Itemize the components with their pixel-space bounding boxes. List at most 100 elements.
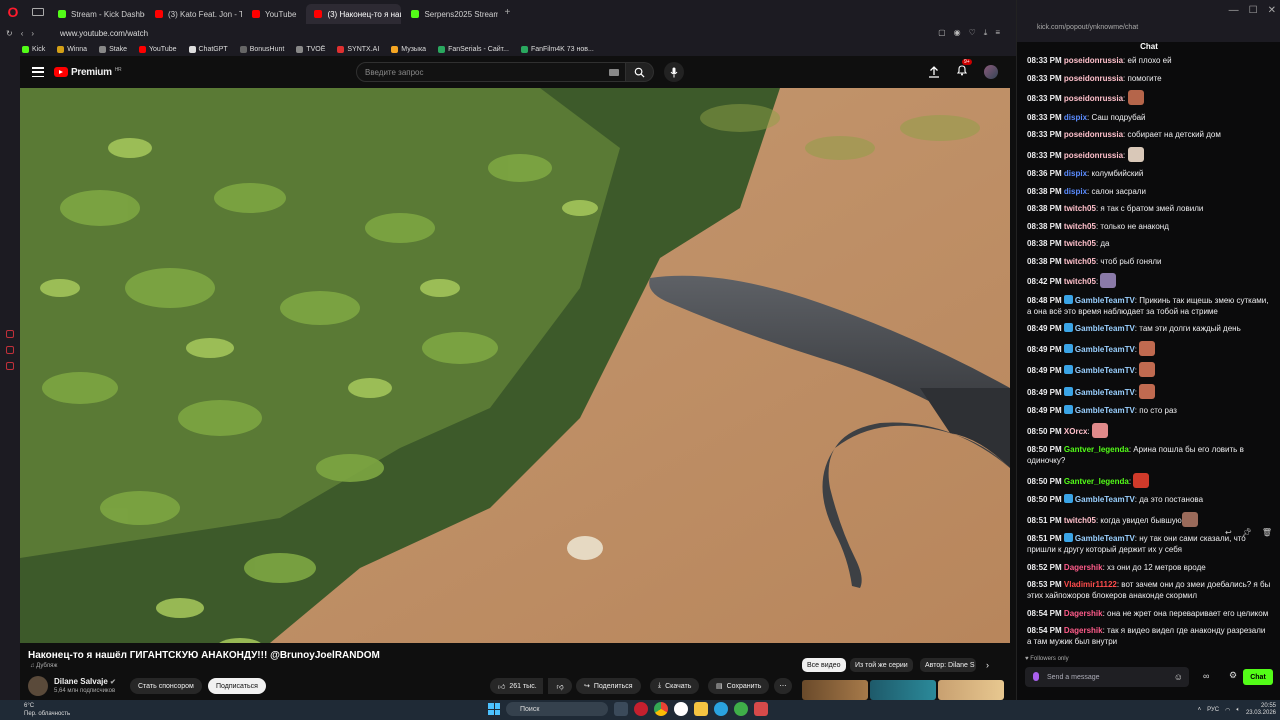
chat-message[interactable]: 08:49 PM GambleTeamTV: xyxy=(1027,362,1271,377)
chat-message[interactable]: 08:49 PM GambleTeamTV: xyxy=(1027,383,1271,399)
delete-icon[interactable]: 🗑︎ xyxy=(1262,528,1272,537)
message-username[interactable]: poseidonrussia xyxy=(1064,151,1123,160)
bookmark-item[interactable]: YouTube xyxy=(138,45,177,53)
related-video-thumbnail[interactable] xyxy=(870,680,936,700)
message-username[interactable]: dispix xyxy=(1064,113,1087,122)
chat-message[interactable]: 08:49 PM GambleTeamTV: по сто раз xyxy=(1027,405,1271,416)
message-username[interactable]: twitch05 xyxy=(1064,257,1096,266)
send-chat-button[interactable]: Chat xyxy=(1243,669,1273,685)
chat-message[interactable]: 08:38 PM twitch05: да xyxy=(1027,238,1271,249)
chat-message[interactable]: 08:33 PM poseidonrussia: помогите xyxy=(1027,73,1271,84)
chat-message[interactable]: 08:52 PM Dagershik: хз они до 12 метров … xyxy=(1027,562,1271,573)
message-username[interactable]: poseidonrussia xyxy=(1064,74,1123,83)
dislike-button[interactable]: 👎︎ xyxy=(548,678,572,694)
bookmark-item[interactable]: FanFilm4K 73 нов... xyxy=(520,45,594,53)
bookmark-item[interactable]: Winna xyxy=(57,45,87,53)
message-username[interactable]: XOrcx xyxy=(1064,427,1088,436)
filter-all-videos[interactable]: Все видео xyxy=(802,658,846,672)
message-username[interactable]: poseidonrussia xyxy=(1064,56,1123,65)
menu-icon[interactable]: ≡ xyxy=(995,28,1000,38)
minimize-icon[interactable]: — xyxy=(1229,5,1239,16)
microphone-icon[interactable] xyxy=(1033,672,1039,681)
message-username[interactable]: dispix xyxy=(1064,169,1087,178)
app-taskbar-icon[interactable] xyxy=(754,702,768,716)
related-video-thumbnail[interactable] xyxy=(938,680,1004,700)
windows-start-icon[interactable] xyxy=(488,703,500,715)
folder-taskbar-icon[interactable] xyxy=(694,702,708,716)
chat-message[interactable]: 08:33 PM dispix: Саш подрубай xyxy=(1027,112,1271,123)
bookmark-item[interactable]: Музыка xyxy=(391,45,426,53)
message-username[interactable]: twitch05 xyxy=(1064,239,1096,248)
browser-tab[interactable]: (3) Наконец-то я наш xyxy=(306,4,402,24)
message-username[interactable]: twitch05 xyxy=(1064,204,1096,213)
clock[interactable]: 20:55 23.03.2026 xyxy=(1246,703,1276,717)
sponsor-button[interactable]: Стать спонсором xyxy=(130,678,202,694)
message-username[interactable]: Dagershik xyxy=(1064,609,1103,618)
opera-logo-icon[interactable]: O xyxy=(0,0,26,24)
language-indicator[interactable]: РУС xyxy=(1207,707,1219,713)
browser-tab[interactable]: (3) Kato Feat. Jon - Turn xyxy=(147,4,242,24)
browser-tab[interactable]: Serpens2025 Stream - W xyxy=(403,4,498,24)
bookmark-item[interactable]: BonusHunt xyxy=(239,45,284,53)
voice-search-button[interactable] xyxy=(664,62,684,82)
close-icon[interactable]: ✕ xyxy=(1268,5,1276,16)
message-username[interactable]: twitch05 xyxy=(1064,516,1096,525)
chat-message[interactable]: 08:50 PM XOrcx: xyxy=(1027,422,1271,438)
message-username[interactable]: GambleTeamTV xyxy=(1075,296,1135,305)
filter-same-series[interactable]: Из той же серии xyxy=(850,658,913,672)
bookmark-item[interactable]: FanSerials - Сайт... xyxy=(438,45,509,53)
message-username[interactable]: poseidonrussia xyxy=(1064,130,1123,139)
account-avatar[interactable] xyxy=(984,64,998,79)
task-view-icon[interactable] xyxy=(614,702,628,716)
like-button[interactable]: 👍︎ 261 тыс. xyxy=(490,678,543,694)
reply-icon[interactable]: ↩ xyxy=(1225,528,1232,537)
chat-message[interactable]: 08:33 PM poseidonrussia: xyxy=(1027,146,1271,162)
message-username[interactable]: Dagershik xyxy=(1064,563,1103,572)
hamburger-menu-icon[interactable] xyxy=(32,67,44,77)
volume-icon[interactable]: 🔈︎ xyxy=(1236,707,1240,714)
telegram-taskbar-icon[interactable] xyxy=(714,702,728,716)
url-field[interactable]: www.youtube.com/watch xyxy=(60,29,148,38)
wifi-icon[interactable]: ◠ xyxy=(1225,707,1230,714)
forward-icon[interactable]: › xyxy=(31,29,34,38)
message-username[interactable]: GambleTeamTV xyxy=(1075,366,1135,375)
chat-message[interactable]: 08:51 PM twitch05: когда увидел бывшую xyxy=(1027,511,1271,527)
chat-message[interactable]: 08:50 PM GambleTeamTV: да это постанова xyxy=(1027,494,1271,505)
chat-message[interactable]: 08:33 PM poseidonrussia: xyxy=(1027,90,1271,105)
bookmark-item[interactable]: TVOЁ xyxy=(296,45,325,53)
bookmark-item[interactable]: Stake xyxy=(99,45,127,53)
chevron-right-icon[interactable]: › xyxy=(986,660,989,670)
chat-message[interactable]: 08:49 PM GambleTeamTV: там эти долги каж… xyxy=(1027,323,1271,334)
chat-message[interactable]: 08:53 PM Vladimir11122: вот зачем они до… xyxy=(1027,579,1271,601)
message-username[interactable]: dispix xyxy=(1064,187,1087,196)
message-username[interactable]: GambleTeamTV xyxy=(1075,324,1135,333)
app-taskbar-icon[interactable] xyxy=(734,702,748,716)
chat-message[interactable]: 08:33 PM poseidonrussia: ей плохо ей xyxy=(1027,55,1271,66)
chat-message[interactable]: 08:33 PM poseidonrussia: собирает на дет… xyxy=(1027,129,1271,140)
pin-icon[interactable]: 📌︎ xyxy=(1242,528,1252,537)
chat-message[interactable]: 08:42 PM twitch05: xyxy=(1027,273,1271,288)
chat-message[interactable]: 08:48 PM GambleTeamTV: Прикинь так ищешь… xyxy=(1027,294,1271,317)
yandex-taskbar-icon[interactable] xyxy=(674,702,688,716)
more-actions-button[interactable]: ⋯ xyxy=(774,678,792,694)
message-username[interactable]: GambleTeamTV xyxy=(1075,388,1135,397)
heart-icon[interactable]: ♡ xyxy=(969,28,976,38)
new-tab-button[interactable]: + xyxy=(504,7,510,18)
maximize-icon[interactable]: ☐ xyxy=(1249,5,1258,16)
chat-message[interactable]: 08:38 PM dispix: салон засрали xyxy=(1027,186,1271,197)
subscribe-button[interactable]: Подписаться xyxy=(208,678,266,694)
search-button[interactable] xyxy=(626,62,654,82)
save-button[interactable]: ▤ Сохранить xyxy=(708,678,770,694)
chat-message[interactable]: 08:54 PM Dagershik: она не жрет она пере… xyxy=(1027,608,1271,619)
bookmark-item[interactable]: Kick xyxy=(22,45,45,53)
chat-url[interactable]: kick.com/popout/ynknowme/chat xyxy=(1037,24,1138,31)
message-username[interactable]: Gantver_legenda xyxy=(1064,477,1129,486)
message-username[interactable]: Dagershik xyxy=(1064,626,1103,635)
video-player[interactable] xyxy=(20,88,1010,643)
download-icon[interactable]: ⤓ xyxy=(984,28,988,38)
download-button[interactable]: ⤓ Скачать xyxy=(650,678,700,694)
sidebar-app-icon[interactable] xyxy=(6,346,14,354)
bookmark-item[interactable]: SYNTX.AI xyxy=(337,45,379,53)
message-username[interactable]: poseidonrussia xyxy=(1064,94,1123,103)
opera-taskbar-icon[interactable] xyxy=(634,702,648,716)
